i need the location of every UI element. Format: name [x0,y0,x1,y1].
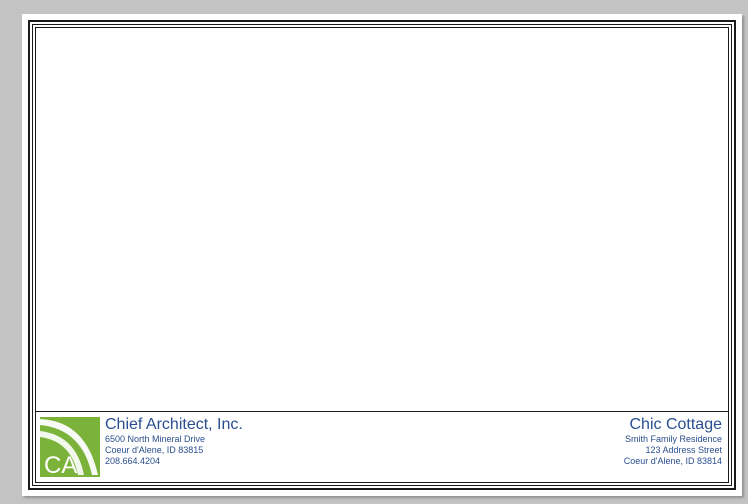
project-address-line1: 123 Address Street [645,445,722,455]
project-address-line2: Coeur d'Alene, ID 83814 [623,456,722,466]
company-info: Chief Architect, Inc. 6500 North Mineral… [105,416,243,467]
title-block: CA Chief Architect, Inc. 6500 North Mine… [36,411,728,482]
company-logo: CA [40,417,100,479]
project-name: Chic Cottage [629,416,723,433]
project-client: Smith Family Residence [624,434,722,444]
ca-logo-icon: CA [40,417,100,479]
company-address-line2: Coeur d'Alene, ID 83815 [105,445,204,455]
company-name: Chief Architect, Inc. [105,416,243,433]
company-address-line1: 6500 North Mineral Drive [105,434,206,444]
layout-sheet: CA Chief Architect, Inc. 6500 North Mine… [22,14,742,496]
company-phone: 208.664.4204 [105,456,161,466]
project-info: Chic Cottage Smith Family Residence 123 … [624,416,722,467]
logo-text: CA [44,452,77,477]
